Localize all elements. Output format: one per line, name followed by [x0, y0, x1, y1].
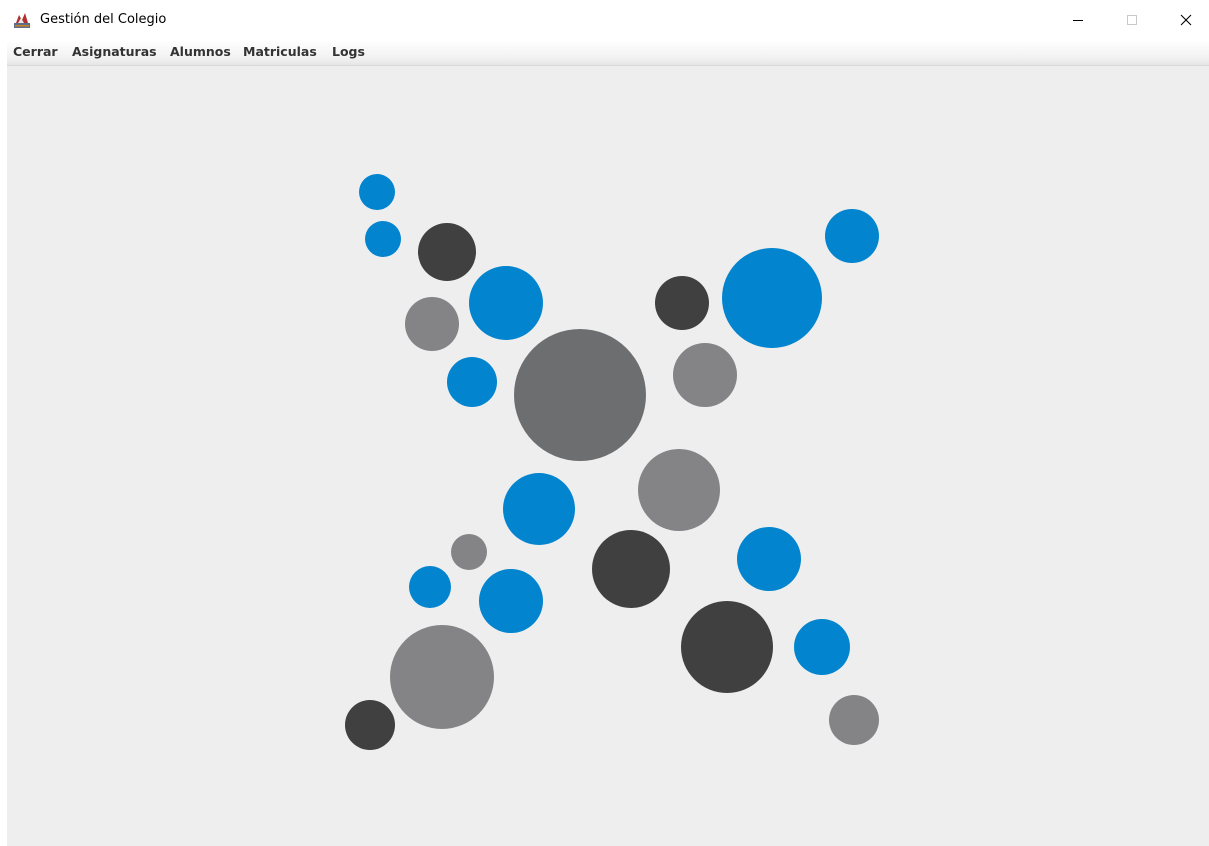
maximize-icon	[1127, 15, 1137, 25]
logo-bubble	[447, 357, 497, 407]
logo-bubble	[409, 566, 451, 608]
minimize-button[interactable]	[1055, 0, 1101, 40]
java-cup-icon	[14, 13, 30, 28]
logo-bubble	[673, 343, 737, 407]
maximize-button[interactable]	[1109, 0, 1155, 40]
logo-bubble	[681, 601, 773, 693]
menu-cerrar[interactable]: Cerrar	[13, 44, 58, 60]
close-icon	[1180, 14, 1192, 26]
close-button[interactable]	[1163, 0, 1209, 40]
bubble-x-logo	[345, 174, 879, 750]
logo-bubble	[359, 174, 395, 210]
logo-bubble	[390, 625, 494, 729]
main-content-area	[7, 66, 1209, 846]
title-bar: Gestión del Colegio	[0, 0, 1209, 40]
logo-bubble	[737, 527, 801, 591]
logo-bubble	[405, 297, 459, 351]
menu-bar: Cerrar Asignaturas Alumnos Matriculas Lo…	[7, 40, 1209, 66]
logo-bubble	[418, 223, 476, 281]
logo-bubble	[794, 619, 850, 675]
logo-bubble	[722, 248, 822, 348]
logo-bubble	[451, 534, 487, 570]
logo-bubble	[829, 695, 879, 745]
window-title: Gestión del Colegio	[40, 12, 167, 27]
minimize-icon	[1073, 20, 1083, 21]
logo-bubble	[825, 209, 879, 263]
logo-bubble	[479, 569, 543, 633]
logo-bubble	[503, 473, 575, 545]
menu-logs[interactable]: Logs	[332, 44, 365, 60]
menu-alumnos[interactable]: Alumnos	[170, 44, 231, 60]
logo-bubble	[514, 329, 646, 461]
logo-bubble	[638, 449, 720, 531]
menu-asignaturas[interactable]: Asignaturas	[72, 44, 157, 60]
logo-bubble	[592, 530, 670, 608]
logo-bubble	[655, 276, 709, 330]
logo-bubble	[345, 700, 395, 750]
logo-bubble	[469, 266, 543, 340]
menu-matriculas[interactable]: Matriculas	[243, 44, 317, 60]
logo-bubble	[365, 221, 401, 257]
